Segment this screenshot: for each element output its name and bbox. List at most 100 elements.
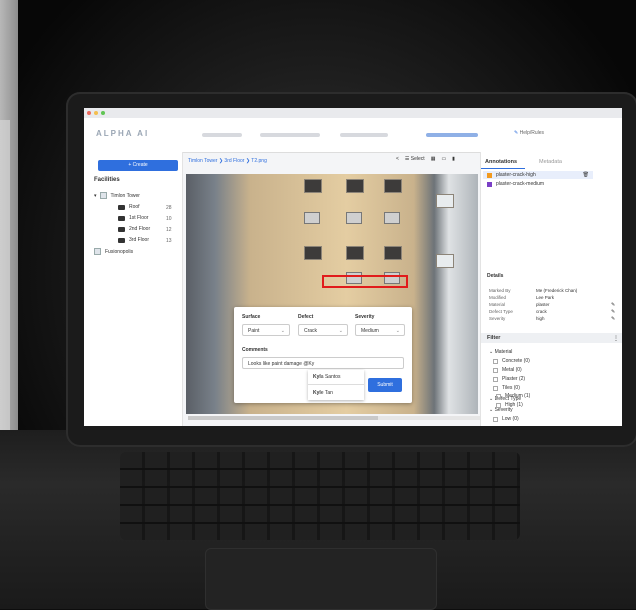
checkbox[interactable] <box>496 402 501 408</box>
building-window <box>384 179 402 193</box>
nav-item[interactable] <box>340 133 388 137</box>
annotation-bounding-box[interactable] <box>322 275 408 288</box>
minimize-window-dot[interactable] <box>94 111 98 115</box>
filter-option[interactable]: Tiles (0) <box>493 385 520 391</box>
ac-unit <box>346 212 362 224</box>
defect-select[interactable]: Crack ⌄ <box>298 324 348 336</box>
checkbox[interactable] <box>493 367 498 373</box>
details-title: Details <box>487 273 504 279</box>
chevron-down-icon: ⌄ <box>280 328 285 334</box>
annotation-item[interactable]: plaster-crack-medium <box>483 180 593 188</box>
folder-icon <box>118 226 125 232</box>
mention-option[interactable]: Kyla Santos <box>313 374 341 380</box>
surface-select[interactable]: Paint ⌄ <box>242 324 290 336</box>
chevron-down-icon: ⌄ <box>395 328 400 334</box>
detail-key: Marked By <box>489 288 511 293</box>
detail-value: crack <box>536 309 547 314</box>
filter-option[interactable]: Low (0) <box>493 416 519 422</box>
submit-button[interactable]: Submit <box>368 378 402 392</box>
chevron-down-icon: ⌄ <box>338 328 343 334</box>
scrollbar-thumb[interactable] <box>188 416 378 420</box>
tree-item-roof[interactable]: Roof <box>118 204 140 210</box>
tree-item-2nd-floor[interactable]: 2nd Floor <box>118 226 150 232</box>
checkbox[interactable] <box>493 416 498 422</box>
maximize-window-dot[interactable] <box>101 111 105 115</box>
filter-title: Filter <box>487 335 501 341</box>
help-icon: ✎ <box>514 130 519 136</box>
tree-item-3rd-floor[interactable]: 3rd Floor <box>118 237 149 243</box>
tab-annotations[interactable]: Annotations <box>485 159 517 165</box>
facilities-sidebar: + Create Facilities ▾ Timlon Tower Roof … <box>84 152 183 426</box>
ac-unit <box>384 212 400 224</box>
filter-option[interactable]: Medium (1) <box>496 393 530 399</box>
grid-view-icon[interactable]: ▦ <box>431 156 436 162</box>
severity-select[interactable]: Medium ⌄ <box>355 324 405 336</box>
tree-item-fusionopolis[interactable]: Fusionopolis <box>94 248 133 255</box>
edit-icon[interactable]: ✎ <box>611 302 615 308</box>
surface-label: Surface <box>242 314 261 320</box>
tree-count: 28 <box>166 205 172 211</box>
filter-option[interactable]: Concrete (0) <box>493 358 530 364</box>
nav-item-active[interactable] <box>426 133 478 137</box>
chevron-down-icon: ▾ <box>94 192 97 199</box>
detail-value: Me (Frederick Chan) <box>536 288 578 293</box>
active-tab-indicator <box>481 168 525 169</box>
keyboard-rows <box>120 452 520 540</box>
building-window <box>304 179 322 193</box>
edit-icon[interactable]: ✎ <box>611 316 615 322</box>
laptop-trackpad <box>205 548 437 610</box>
comment-input[interactable]: Looks like paint damage @Ky <box>242 357 404 369</box>
breadcrumb[interactable]: Timlon Tower ❯ 3rd Floor ❯ T2.png <box>188 158 267 164</box>
share-icon[interactable]: < <box>396 156 399 162</box>
building-window <box>436 254 454 268</box>
filter-option[interactable]: Metal (0) <box>493 367 522 373</box>
color-swatch <box>487 172 492 178</box>
nav-item[interactable] <box>202 133 242 137</box>
checkbox[interactable] <box>493 358 498 364</box>
create-button[interactable]: + Create <box>98 160 178 171</box>
browser-titlebar <box>84 108 622 118</box>
detail-key: Defect Type <box>489 309 513 314</box>
tree-item-timlon-tower[interactable]: ▾ Timlon Tower <box>94 192 140 199</box>
defect-label: Defect <box>298 314 314 320</box>
horizontal-scrollbar[interactable] <box>188 416 480 420</box>
help-link[interactable]: ✎ Help/Rules <box>514 130 544 136</box>
image-toolbar: < ☰ Select ▦ ▭ ▮ <box>396 156 455 162</box>
tree-item-1st-floor[interactable]: 1st Floor <box>118 215 148 221</box>
checkbox[interactable] <box>496 393 501 399</box>
ac-unit <box>304 212 320 224</box>
app-header: ALPHA AI ✎ Help/Rules <box>84 118 622 153</box>
tab-metadata[interactable]: Metadata <box>539 159 562 165</box>
list-icon: ☰ <box>404 156 410 162</box>
more-options-icon[interactable]: ⋮ <box>613 335 619 342</box>
annotation-popup: Surface Defect Severity Paint ⌄ Crack ⌄ Me… <box>234 307 412 403</box>
checkbox[interactable] <box>493 376 498 382</box>
building-window <box>384 246 402 260</box>
nav-item[interactable] <box>260 133 320 137</box>
panel-icon[interactable]: ▮ <box>452 156 455 162</box>
building-window <box>304 246 322 260</box>
monitor-icon[interactable]: ▭ <box>441 156 446 162</box>
checkbox[interactable] <box>493 385 498 391</box>
filter-option[interactable]: Plaster (2) <box>493 376 525 382</box>
edit-icon[interactable]: ✎ <box>611 309 615 315</box>
app-logo: ALPHA AI <box>96 129 150 138</box>
filter-option[interactable]: High (1) <box>496 402 523 408</box>
laptop-screen: ALPHA AI ✎ Help/Rules + Create Facilitie… <box>84 108 622 426</box>
detail-key: Modified <box>489 295 507 300</box>
mention-option[interactable]: Kyle Tan <box>313 390 333 396</box>
delete-icon[interactable]: 🗑 <box>583 172 589 178</box>
tree-count: 13 <box>166 238 172 244</box>
divider <box>308 384 364 385</box>
filter-section-material[interactable]: ⌄ Material <box>489 349 512 355</box>
severity-label: Severity <box>355 314 375 320</box>
tree-count: 10 <box>166 216 172 222</box>
detail-value: Lee Park <box>536 295 555 300</box>
detail-key: Severity <box>489 316 506 321</box>
folder-icon <box>118 215 125 221</box>
annotation-item[interactable]: plaster-crack-high 🗑 <box>483 171 593 179</box>
close-window-dot[interactable] <box>87 111 91 115</box>
detail-value: plaster <box>536 302 550 307</box>
filter-header <box>481 333 622 343</box>
select-tool[interactable]: ☰ Select <box>405 156 425 162</box>
